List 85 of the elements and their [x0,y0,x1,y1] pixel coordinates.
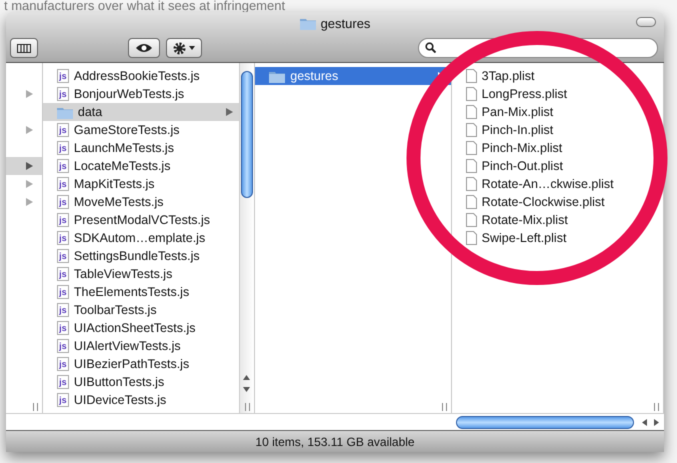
caret-icon [189,46,195,50]
document-icon [466,177,477,191]
vertical-scrollbar[interactable] [239,63,254,413]
file-row[interactable]: js MoveMeTests.js [42,193,240,211]
file-row[interactable]: js SDKAutom…emplate.js [42,229,240,247]
file-row[interactable]: js UIDeviceTests.js [42,391,240,409]
javascript-file-icon: js [56,177,69,191]
action-menu-button[interactable] [166,38,202,58]
document-icon [466,213,477,227]
file-row[interactable]: js TableViewTests.js [42,265,240,283]
resize-handle[interactable] [32,403,38,411]
status-text: 10 items, 153.11 GB available [255,434,415,448]
file-row[interactable]: js UIBezierPathTests.js [42,355,240,373]
javascript-file-icon: js [56,375,69,389]
document-icon [466,231,477,245]
file-row[interactable]: js LaunchMeTests.js [42,139,240,157]
file-row[interactable]: js LocateMeTests.js [42,157,240,175]
file-row[interactable]: js GameStoreTests.js [42,121,240,139]
disclosure-triangle-icon[interactable] [26,180,33,188]
file-row[interactable]: js UIAlertViewTests.js [42,337,240,355]
quick-look-button[interactable] [128,38,160,58]
javascript-file-icon: js [56,393,69,407]
file-row[interactable]: Rotate-Clockwise.plist [452,193,664,211]
toolbar-toggle-button[interactable] [636,17,656,27]
document-icon [466,141,477,155]
window-title: gestures [320,16,370,30]
file-row[interactable]: LongPress.plist [452,85,664,103]
javascript-file-icon: js [56,303,69,317]
file-row[interactable]: js TheElementsTests.js [42,283,240,301]
folder-icon [269,70,286,82]
gear-icon [173,42,186,54]
javascript-file-icon: js [56,159,69,173]
document-icon [466,159,477,173]
file-row[interactable]: 3Tap.plist [452,67,664,85]
javascript-file-icon: js [56,213,69,227]
file-row[interactable]: js ToolbarTests.js [42,301,240,319]
sidebar-row[interactable] [6,157,42,175]
horizontal-scroll-thumb[interactable] [456,416,634,428]
javascript-file-icon: js [56,339,69,353]
document-icon [466,87,477,101]
document-icon [466,123,477,137]
disclosure-triangle-icon[interactable] [26,126,33,134]
file-row[interactable]: Pan-Mix.plist [452,103,664,121]
file-row[interactable]: js AddressBookieTests.js [42,67,240,85]
column-view-button[interactable] [10,38,38,58]
document-icon [466,69,477,83]
javascript-file-icon: js [56,123,69,137]
javascript-file-icon: js [56,231,69,245]
javascript-file-icon: js [56,87,69,101]
file-row[interactable]: js PresentModalVCTests.js [42,211,240,229]
javascript-file-icon: js [56,285,69,299]
javascript-file-icon: js [56,249,69,263]
scroll-thumb[interactable] [241,71,254,198]
disclosure-triangle-icon[interactable] [26,162,33,170]
disclosure-triangle-icon[interactable] [226,108,234,116]
javascript-file-icon: js [56,141,69,155]
columns-icon [17,44,31,52]
javascript-file-icon: js [56,195,69,209]
folder-icon [56,106,73,118]
file-row[interactable]: Rotate-An…ckwise.plist [452,175,664,193]
file-row[interactable]: js UIButtonTests.js [42,373,240,391]
file-row[interactable]: Pinch-Mix.plist [452,139,664,157]
javascript-file-icon: js [56,69,69,83]
document-icon [466,105,477,119]
disclosure-triangle-icon[interactable] [26,198,33,206]
file-row[interactable]: Pinch-In.plist [452,121,664,139]
file-row[interactable]: Pinch-Out.plist [452,157,664,175]
resize-handle[interactable] [654,403,660,411]
file-row[interactable]: Rotate-Mix.plist [452,211,664,229]
background-article-text: t manufacturers over what it sees at infringement [3,0,286,12]
resize-handle[interactable] [442,403,447,411]
file-row[interactable]: js BonjourWebTests.js [42,85,240,103]
document-icon [466,195,477,209]
javascript-file-icon: js [56,267,69,281]
eye-icon [135,43,153,53]
javascript-file-icon: js [56,357,69,371]
file-row[interactable]: js UIActionSheetTests.js [42,319,240,337]
javascript-file-icon: js [56,321,69,335]
file-row[interactable]: js MapKitTests.js [42,175,240,193]
disclosure-triangle-icon[interactable] [26,90,33,98]
title-folder-icon [300,16,316,30]
file-row[interactable]: js SettingsBundleTests.js [42,247,240,265]
file-row[interactable]: data [42,103,240,121]
file-row[interactable]: Swipe-Left.plist [452,229,664,247]
resize-handle[interactable] [245,403,250,411]
